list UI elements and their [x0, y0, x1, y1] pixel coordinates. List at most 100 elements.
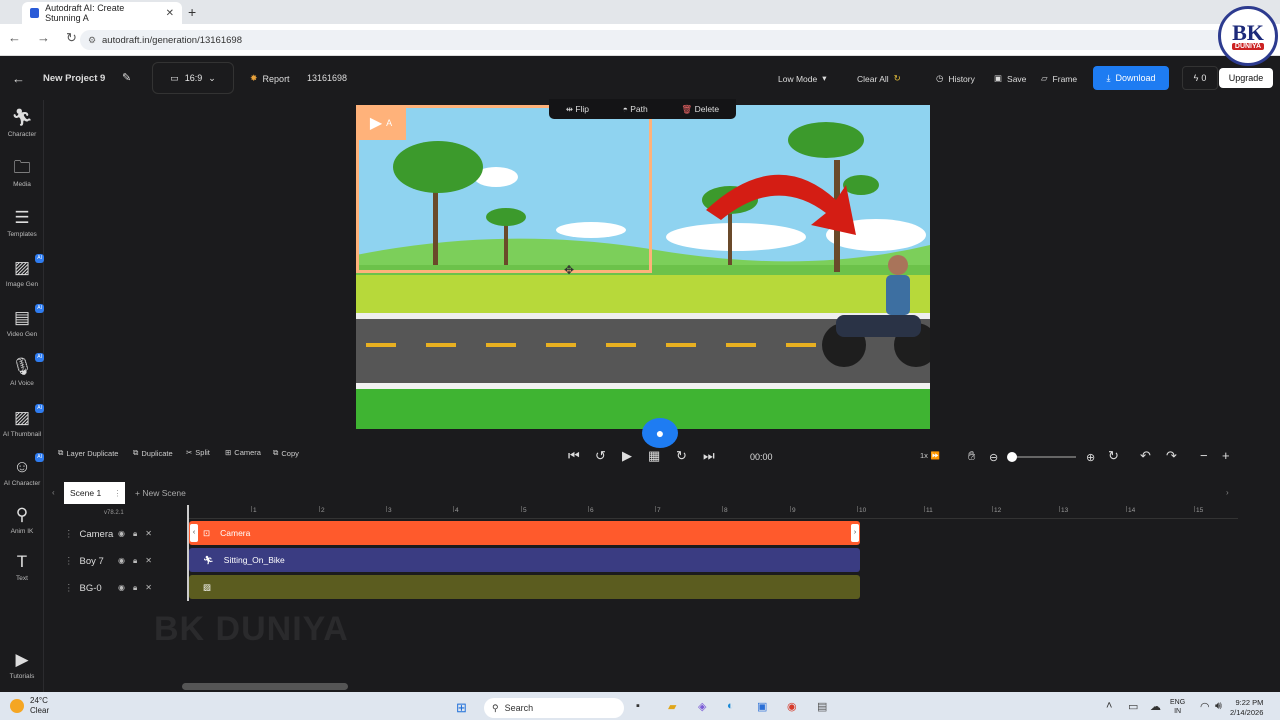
path-button[interactable]: ◓ Path: [623, 104, 648, 114]
sidebar-item-text[interactable]: T Text: [0, 552, 44, 582]
lock-icon[interactable]: 🔒︎: [133, 583, 137, 593]
zoom-slider-track[interactable]: [1012, 456, 1076, 458]
reset-zoom-icon[interactable]: ↻: [1108, 448, 1119, 464]
split-button[interactable]: ✂ Split: [186, 448, 210, 457]
download-button[interactable]: ⤓ Download: [1093, 66, 1169, 90]
copy-button[interactable]: ⧉ Copy: [273, 448, 299, 458]
play-icon[interactable]: ▶: [622, 448, 632, 464]
new-scene-button[interactable]: + New Scene: [135, 488, 186, 498]
volume-icon[interactable]: 🔊︎: [1215, 700, 1222, 713]
camera-tray-icon[interactable]: ▭: [1128, 700, 1138, 713]
scene-scroll-right-icon[interactable]: ›: [1226, 488, 1229, 497]
copilot-icon[interactable]: ◈: [698, 700, 706, 713]
speed-control[interactable]: 1x ⏩: [920, 451, 940, 460]
save-button[interactable]: ▣ Save: [994, 73, 1026, 84]
more-vert-icon[interactable]: ⋮: [113, 488, 122, 499]
close-icon[interactable]: ✕: [145, 556, 152, 566]
drag-handle-icon[interactable]: ⋮: [64, 529, 74, 540]
task-view-icon[interactable]: ▪: [636, 700, 640, 712]
bg-clip[interactable]: ▨: [189, 575, 860, 599]
chrome-icon[interactable]: ◉: [787, 700, 797, 713]
edge-icon[interactable]: ◐: [727, 700, 734, 712]
camera-marker[interactable]: ▶ A: [356, 105, 406, 140]
credits-counter[interactable]: ϟ0: [1182, 66, 1218, 90]
wifi-icon[interactable]: ◠: [1200, 700, 1210, 713]
weather-widget[interactable]: 24°C Clear: [10, 696, 49, 716]
sidebar-item-ai-thumbnail[interactable]: ▨ AI AI Thumbnail: [0, 404, 44, 438]
hand-icon[interactable]: ✋︎: [968, 448, 975, 464]
cloud-icon[interactable]: ☁: [1150, 700, 1161, 713]
app-icon[interactable]: ▤: [817, 700, 827, 713]
zoom-in-icon[interactable]: ⊕: [1086, 451, 1095, 464]
scene-scroll-left-icon[interactable]: ‹: [52, 488, 55, 497]
back-arrow-icon[interactable]: ←: [12, 71, 25, 86]
reload-icon[interactable]: ↻: [66, 30, 77, 46]
browser-tab[interactable]: Autodraft AI: Create Stunning A ✕: [22, 2, 182, 24]
camera-clip[interactable]: ‹ ⊡ Camera ›: [189, 521, 860, 545]
sidebar-item-ai-voice[interactable]: 🎙︎ AI AI Voice: [0, 353, 44, 387]
plus-icon[interactable]: +: [1222, 448, 1230, 463]
report-button[interactable]: ✸ Report: [250, 73, 290, 84]
layer-duplicate-button[interactable]: ⧉ Layer Duplicate: [58, 448, 118, 458]
lock-icon[interactable]: 🔒︎: [133, 556, 137, 566]
aspect-ratio-select[interactable]: ▭ 16:9 ⌄: [152, 62, 234, 94]
mode-select[interactable]: Low Mode ▾: [778, 73, 827, 84]
chat-bubble-button[interactable]: ●: [642, 418, 678, 448]
redo-icon[interactable]: ↷: [1166, 448, 1177, 464]
drag-handle-icon[interactable]: ⋮: [64, 583, 74, 594]
clip-trim-left-handle[interactable]: ‹: [190, 524, 198, 542]
skip-end-icon[interactable]: ⏭: [703, 448, 715, 464]
language-indicator[interactable]: ENG IN: [1170, 698, 1185, 716]
store-icon[interactable]: ▣: [757, 700, 767, 713]
eye-icon[interactable]: ◉: [118, 529, 125, 539]
sidebar-item-character[interactable]: 🏃︎ Character: [0, 108, 44, 138]
upgrade-button[interactable]: Upgrade: [1219, 68, 1273, 88]
project-title[interactable]: New Project 9: [43, 73, 105, 84]
duplicate-button[interactable]: ⧉ Duplicate: [133, 448, 173, 458]
zoom-out-icon[interactable]: ⊖: [989, 451, 998, 464]
clip-trim-right-handle[interactable]: ›: [851, 524, 859, 542]
skip-start-icon[interactable]: ⏮: [568, 448, 580, 464]
forward-icon[interactable]: ↻: [676, 448, 687, 464]
sidebar-item-tutorials[interactable]: ▶ Tutorials: [0, 650, 44, 680]
system-clock[interactable]: 9:22 PM 2/14/2026: [1230, 698, 1263, 718]
lock-icon[interactable]: 🔒︎: [133, 529, 137, 539]
close-tab-icon[interactable]: ✕: [166, 8, 174, 19]
sidebar-item-image-gen[interactable]: ▨ AI Image Gen: [0, 254, 44, 288]
tray-expand-icon[interactable]: ˄: [1106, 700, 1112, 712]
close-icon[interactable]: ✕: [145, 583, 152, 593]
new-tab-button[interactable]: +: [188, 4, 196, 20]
timeline-scrollbar[interactable]: [182, 683, 348, 690]
sidebar-item-media[interactable]: 🗀 Media: [0, 158, 44, 188]
sidebar-item-ai-character[interactable]: ☺ AI AI Character: [0, 453, 44, 487]
undo-icon[interactable]: ↶: [1140, 448, 1151, 464]
sidebar-item-anim-ik[interactable]: ⚲ Anim IK: [0, 505, 44, 535]
camera-button[interactable]: ⊞ Camera: [225, 448, 261, 457]
taskbar-search[interactable]: ⚲ Search: [484, 698, 624, 718]
close-icon[interactable]: ✕: [145, 529, 152, 539]
minus-icon[interactable]: −: [1200, 448, 1208, 463]
flip-button[interactable]: ⇹ Flip: [566, 104, 589, 115]
clear-all-button[interactable]: Clear All ↻: [857, 73, 901, 84]
back-arrow-icon[interactable]: ←: [8, 30, 21, 46]
zoom-slider-handle[interactable]: [1007, 452, 1017, 462]
history-button[interactable]: ◷ History: [936, 73, 975, 84]
file-explorer-icon[interactable]: ▰: [668, 700, 676, 713]
sidebar-item-templates[interactable]: ☰ Templates: [0, 208, 44, 238]
eye-icon[interactable]: ◉: [118, 556, 125, 566]
canvas-stage[interactable]: ▶ A ✥: [356, 105, 930, 429]
url-field[interactable]: autodraft.in/generation/13161698: [80, 30, 1230, 50]
edit-pencil-icon[interactable]: ✎: [122, 71, 131, 84]
drag-handle-icon[interactable]: ⋮: [64, 556, 74, 567]
sidebar-item-video-gen[interactable]: ▤ AI Video Gen: [0, 304, 44, 338]
forward-arrow-icon[interactable]: →: [37, 30, 50, 46]
eye-icon[interactable]: ◉: [118, 583, 125, 593]
clapper-icon[interactable]: ▦: [648, 448, 660, 464]
frame-button[interactable]: ▱ Frame: [1041, 73, 1077, 84]
scene-tab-active[interactable]: Scene 1 ⋮: [64, 482, 125, 504]
rewind-icon[interactable]: ↺: [595, 448, 606, 464]
timeline-ruler[interactable]: [188, 505, 1238, 519]
delete-button[interactable]: 🗑︎ Delete: [681, 104, 719, 115]
boy-clip[interactable]: 🏃︎ Sitting_On_Bike: [189, 548, 860, 572]
windows-start-icon[interactable]: ⊞: [456, 700, 467, 716]
